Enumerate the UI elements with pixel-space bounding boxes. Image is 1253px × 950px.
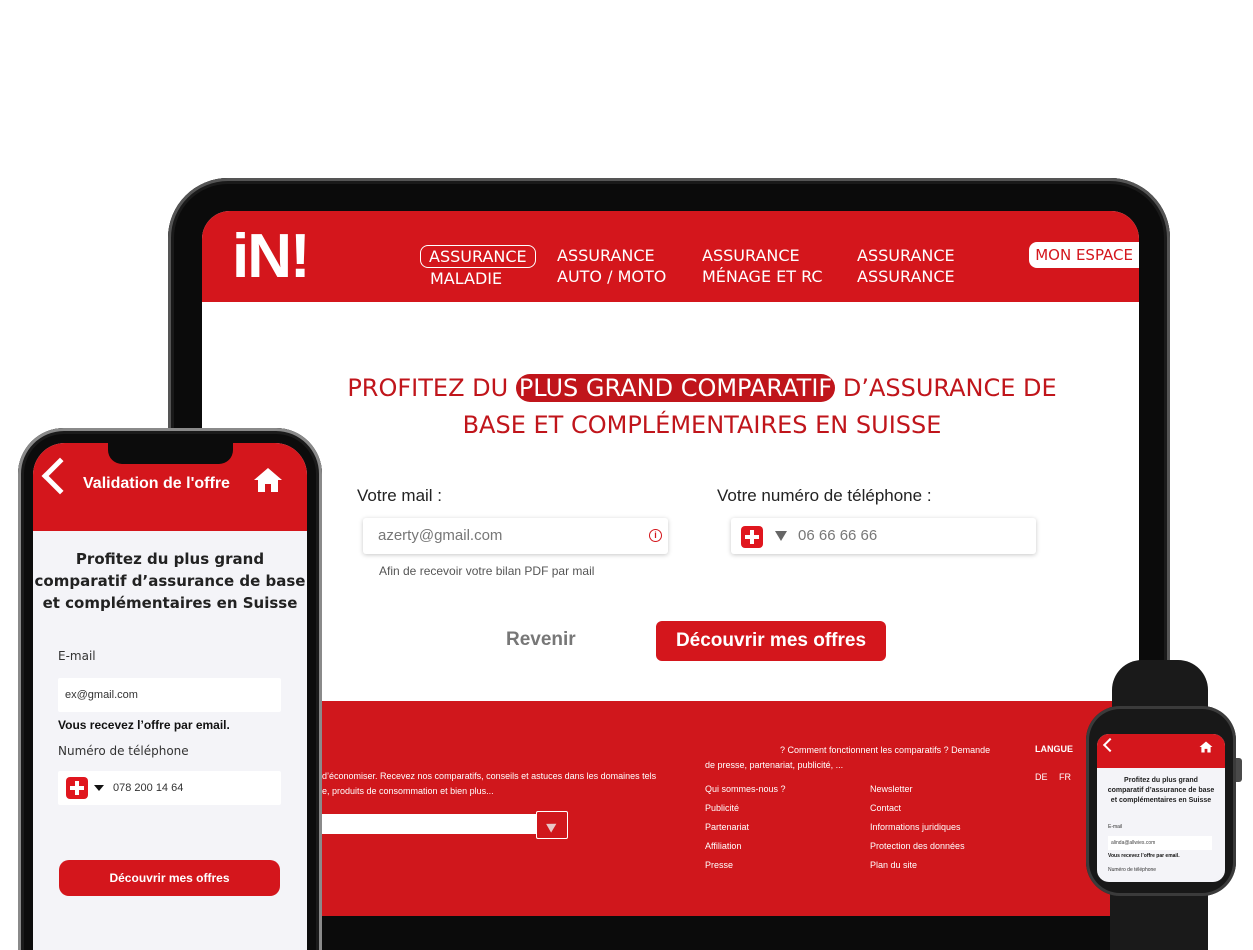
newsletter-email-input[interactable] (322, 814, 536, 834)
tablet-bezel-bottom (202, 916, 1139, 950)
watch-email-field[interactable]: alinda@allwies.com (1108, 836, 1212, 850)
footer-link-plan-du-site[interactable]: Plan du site (870, 860, 917, 870)
mobile-email-label: E-mail (58, 649, 96, 663)
nav-assurance-maladie[interactable]: ASSURANCE MALADIE (420, 245, 536, 288)
footer-link-informations-juridiques[interactable]: Informations juridiques (870, 822, 961, 832)
caret-down-icon[interactable] (775, 531, 787, 541)
footer-newsletter-text: e, produits de consommation et bien plus… (322, 786, 494, 796)
footer-link-partenariat[interactable]: Partenariat (705, 822, 749, 832)
hero-text-start: PROFITEZ DU (347, 374, 516, 402)
desktop-screen: iN! ASSURANCE MALADIE ASSURANCE AUTO / M… (202, 211, 1139, 950)
nav-assurance-menage-rc[interactable]: ASSURANCE MÉNAGE ET RC (702, 245, 823, 287)
footer-link-newsletter[interactable]: Newsletter (870, 784, 913, 794)
phone-notch (108, 443, 233, 464)
footer-link-protection-donnees[interactable]: Protection des données (870, 841, 965, 851)
footer-link-contact[interactable]: Contact (870, 803, 901, 813)
site-footer: RS d’économiser. Recevez nos comparatifs… (202, 701, 1139, 950)
mobile-phone-field[interactable]: 078 200 14 64 (58, 771, 281, 805)
site-header: iN! ASSURANCE MALADIE ASSURANCE AUTO / M… (202, 211, 1139, 302)
language-de[interactable]: DE (1035, 772, 1048, 782)
mobile-heading: Profitez du plus grand comparatif d’assu… (33, 548, 307, 614)
footer-contact-intro: ? Comment fonctionnent les comparatifs ?… (780, 745, 991, 755)
email-hint: Afin de recevoir votre bilan PDF par mai… (379, 564, 595, 578)
nav-line1: ASSURANCE (702, 246, 800, 265)
mobile-phone-value: 078 200 14 64 (113, 782, 184, 794)
hero-highlight: PLUS GRAND COMPARATIF (515, 374, 836, 402)
nav-line1: ASSURANCE (557, 246, 655, 265)
nav-assurance-auto-moto[interactable]: ASSURANCE AUTO / MOTO (557, 245, 666, 287)
mobile-phone-label: Numéro de téléphone (58, 744, 189, 758)
mon-espace-button[interactable]: MON ESPACE (1029, 242, 1139, 268)
watch-screen: Profitez du plus grand comparatif d’assu… (1097, 734, 1225, 882)
watch-heading-line: Profitez du plus grand (1124, 777, 1198, 784)
back-arrow-icon[interactable] (41, 457, 79, 495)
footer-language-heading: LANGUE (1035, 744, 1073, 754)
footer-link-presse[interactable]: Presse (705, 860, 733, 870)
mobile-page-title: Validation de l'offre (83, 475, 230, 492)
footer-link-qui-sommes-nous[interactable]: Qui sommes-nous ? (705, 784, 786, 794)
phone-value: 06 66 66 66 (798, 527, 878, 544)
nav-line2: ASSURANCE (857, 267, 955, 286)
mobile-email-note: Vous recevez l’offre par email. (58, 718, 230, 732)
footer-contact-intro: de presse, partenariat, publicité, ... (705, 760, 844, 770)
info-icon: i (649, 529, 662, 542)
watch-heading: Profitez du plus grand comparatif d’assu… (1097, 776, 1225, 806)
email-value: azerty@gmail.com (378, 527, 503, 544)
send-icon[interactable] (536, 811, 568, 839)
watch-phone-label: Numéro de téléphone (1108, 867, 1157, 873)
nav-line1: ASSURANCE (429, 247, 527, 266)
mobile-screen: Validation de l'offre Profitez du plus g… (33, 443, 307, 950)
hero-title: PROFITEZ DU PLUS GRAND COMPARATIF D’ASSU… (312, 370, 1092, 444)
mobile-heading-line: et complémentaires en Suisse (42, 594, 298, 612)
email-field[interactable]: azerty@gmail.com i (363, 518, 668, 554)
phone-label: Votre numéro de téléphone : (717, 486, 932, 505)
site-logo[interactable]: iN! (232, 221, 311, 292)
watch-heading-line: comparatif d’assurance de base (1107, 787, 1215, 794)
home-icon[interactable] (253, 467, 283, 493)
phone-field[interactable]: 06 66 66 66 (731, 518, 1036, 554)
watch-band-top (1112, 660, 1208, 710)
mobile-email-value: ex@gmail.com (65, 689, 138, 701)
watch-heading-line: et complémentaires en Suisse (1110, 797, 1212, 804)
watch-email-value: alinda@allwies.com (1111, 840, 1156, 846)
nav-line2: MALADIE (430, 269, 503, 288)
watch-device: Profitez du plus grand comparatif d’assu… (1086, 706, 1236, 896)
swiss-flag-icon[interactable] (66, 777, 88, 799)
mobile-header: Validation de l'offre (33, 443, 307, 531)
discover-offers-button[interactable]: Découvrir mes offres (656, 621, 886, 661)
email-label: Votre mail : (357, 486, 443, 505)
mobile-email-field[interactable]: ex@gmail.com (58, 678, 281, 712)
nav-line2: MÉNAGE ET RC (702, 267, 823, 286)
language-fr[interactable]: FR (1059, 772, 1071, 782)
back-arrow-icon[interactable] (1102, 737, 1118, 753)
watch-header (1097, 734, 1225, 768)
watch-email-note: Vous recevez l’offre par email. (1108, 853, 1180, 859)
swiss-flag-icon[interactable] (741, 526, 763, 548)
nav-assurance-assurance[interactable]: ASSURANCE ASSURANCE (857, 245, 955, 287)
nav-line2: AUTO / MOTO (557, 267, 667, 286)
mobile-heading-line: Profitez du plus grand (75, 550, 265, 568)
footer-newsletter-text: d’économiser. Recevez nos comparatifs, c… (322, 771, 657, 781)
nav-line1: ASSURANCE (857, 246, 955, 265)
phone-device: Validation de l'offre Profitez du plus g… (18, 428, 322, 950)
back-button[interactable]: Revenir (506, 629, 576, 651)
mobile-discover-offers-button[interactable]: Découvrir mes offres (59, 860, 280, 896)
watch-email-label: E-mail (1108, 824, 1123, 830)
home-icon[interactable] (1199, 741, 1213, 753)
footer-link-affiliation[interactable]: Affiliation (705, 841, 741, 851)
caret-down-icon[interactable] (94, 785, 104, 791)
mobile-heading-line: comparatif d’assurance de base (34, 572, 306, 590)
footer-link-publicite[interactable]: Publicité (705, 803, 739, 813)
